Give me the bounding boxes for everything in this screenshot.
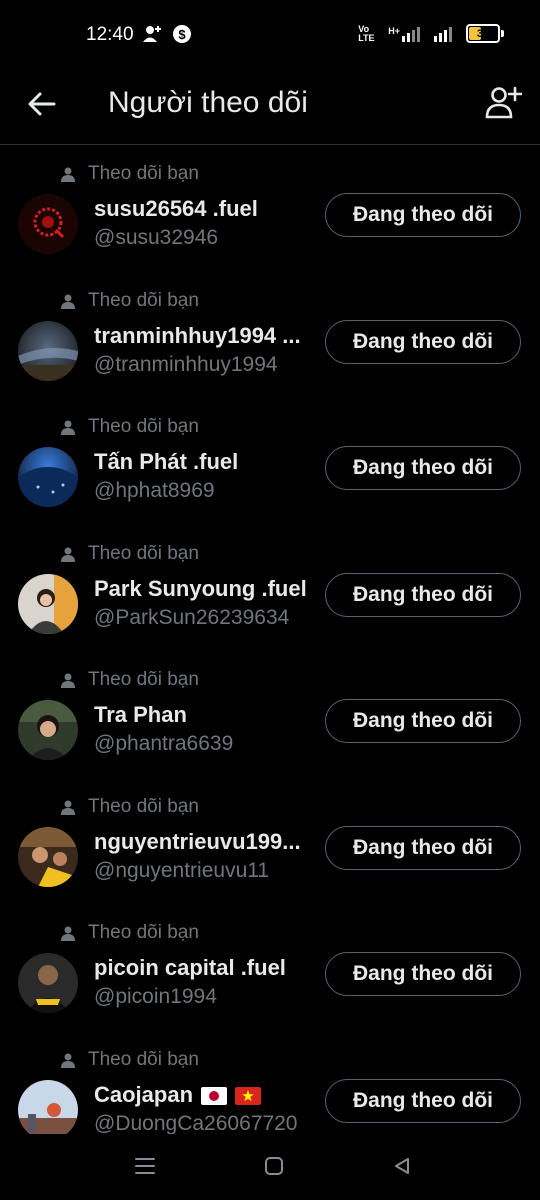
avatar[interactable] [18, 320, 78, 381]
follows-you-label: Theo dõi bạn [60, 1049, 199, 1071]
avatar[interactable] [18, 700, 78, 760]
follows-you-label: Theo dõi bạn [60, 796, 199, 818]
avatar[interactable] [18, 447, 78, 507]
japan-flag-icon [201, 1086, 228, 1105]
follower-row[interactable]: Theo dõi bạn Tấn Phát .fuel @hphat8969 Đ… [0, 397, 540, 524]
follower-row[interactable]: Theo dõi bạn nguyentrieuvu199... @nguyen… [0, 777, 540, 904]
follower-row[interactable]: Theo dõi bạn tranminhhuy1994 ... @tranmi… [0, 271, 540, 398]
user-handle: @picoin1994 [94, 985, 217, 1008]
follows-you-label: Theo dõi bạn [60, 416, 199, 438]
display-name[interactable]: Tấn Phát .fuel [94, 449, 238, 475]
follower-row[interactable]: Theo dõi bạn Park Sunyoung .fuel @ParkSu… [0, 524, 540, 651]
add-user-icon [485, 86, 522, 119]
following-button[interactable]: Đang theo dõi [325, 572, 521, 617]
avatar[interactable] [18, 1079, 78, 1140]
display-name[interactable]: Tra Phan [94, 702, 187, 728]
following-button[interactable]: Đang theo dõi [325, 1078, 521, 1123]
signal-icon: H+ [388, 26, 424, 42]
battery-level: 39 [476, 27, 490, 40]
back-triangle-icon[interactable] [392, 1156, 412, 1176]
follows-you-label: Theo dõi bạn [60, 543, 199, 565]
arrow-left-icon [28, 92, 56, 116]
person-icon [61, 547, 75, 562]
person-icon [61, 673, 75, 688]
user-handle: @hphat8969 [94, 479, 215, 502]
back-button[interactable] [26, 88, 58, 120]
page-title: Người theo dõi [108, 86, 308, 119]
following-button[interactable]: Đang theo dõi [325, 319, 521, 364]
user-handle: @DuongCa26067720 [94, 1111, 298, 1135]
user-handle: @ParkSun26239634 [94, 605, 290, 629]
person-icon [61, 1053, 75, 1068]
follower-row[interactable]: Theo dõi bạn susu26564 .fuel @susu32946 … [0, 144, 540, 271]
system-nav-bar [0, 1134, 540, 1200]
signal-icon [434, 26, 452, 42]
following-button[interactable]: Đang theo dõi [325, 446, 521, 490]
following-button[interactable]: Đang theo dõi [325, 699, 521, 743]
add-person-notify-icon [143, 26, 161, 42]
battery-icon: 39 [466, 24, 504, 43]
display-name[interactable]: susu26564 .fuel [94, 196, 258, 222]
display-name-text: Caojapan [94, 1081, 194, 1107]
followers-list: Theo dõi bạn susu26564 .fuel @susu32946 … [0, 144, 540, 1156]
home-square-icon[interactable] [264, 1156, 284, 1176]
avatar[interactable] [18, 826, 78, 887]
following-button[interactable]: Đang theo dõi [325, 825, 521, 870]
avatar[interactable] [18, 194, 78, 254]
vietnam-flag-icon [235, 1086, 262, 1105]
user-handle: @nguyentrieuvu11 [94, 858, 270, 882]
follower-row[interactable]: Theo dõi bạn picoin capital .fuel @picoi… [0, 903, 540, 1030]
user-handle: @phantra6639 [94, 732, 234, 755]
person-icon [61, 167, 75, 182]
avatar[interactable] [18, 573, 78, 634]
follows-you-label: Theo dõi bạn [60, 290, 199, 312]
avatar[interactable] [18, 953, 78, 1013]
status-time: 12:40 [86, 24, 134, 45]
display-name[interactable]: tranminhhuy1994 ... [94, 323, 301, 349]
user-handle: @susu32946 [94, 226, 219, 249]
menu-icon[interactable] [134, 1156, 156, 1176]
user-handle: @tranminhhuy1994 [94, 352, 278, 376]
person-icon [61, 420, 75, 435]
following-button[interactable]: Đang theo dõi [325, 952, 521, 996]
status-bar: 12:40 $ Vo LTE H+ 39 [0, 0, 540, 72]
volte-icon: Vo LTE [358, 23, 375, 43]
follows-you-label: Theo dõi bạn [60, 163, 199, 185]
follower-row[interactable]: Theo dõi bạn Tra Phan @phantra6639 Đang … [0, 650, 540, 777]
display-name[interactable]: nguyentrieuvu199... [94, 829, 301, 855]
display-name[interactable]: picoin capital .fuel [94, 955, 286, 981]
follows-you-label: Theo dõi bạn [60, 669, 199, 691]
display-name[interactable]: Park Sunyoung .fuel [94, 576, 307, 602]
person-icon [61, 800, 75, 815]
person-icon [61, 294, 75, 309]
dollar-circle-icon: $ [173, 25, 191, 43]
following-button[interactable]: Đang theo dõi [325, 193, 521, 237]
top-app-bar: Người theo dõi [0, 72, 540, 145]
svg-text:$: $ [178, 27, 186, 42]
add-user-button[interactable] [484, 84, 522, 122]
follows-you-label: Theo dõi bạn [60, 922, 199, 944]
person-icon [61, 926, 75, 941]
display-name[interactable]: Caojapan [94, 1081, 262, 1108]
